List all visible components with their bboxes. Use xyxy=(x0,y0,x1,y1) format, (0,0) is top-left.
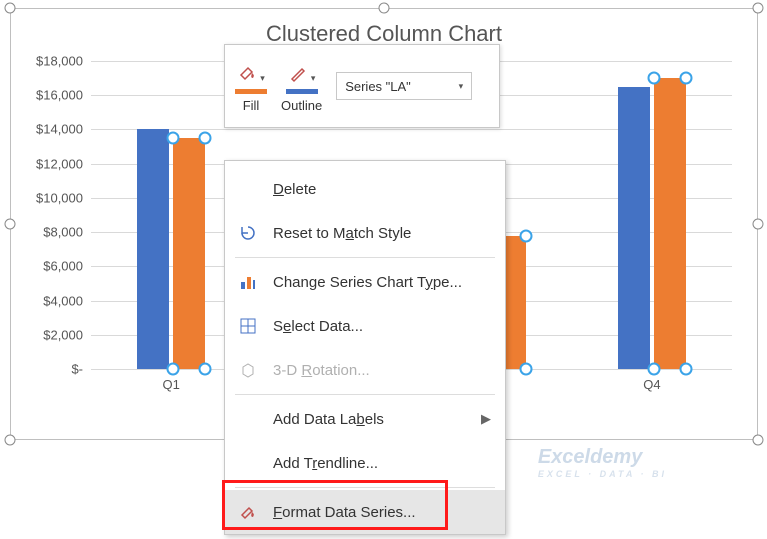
format-icon xyxy=(237,503,259,521)
menu-format-data-series[interactable]: Format Data Series... xyxy=(225,490,505,534)
series-selection-handle xyxy=(199,132,212,145)
frame-selection-handle[interactable] xyxy=(753,3,764,14)
chevron-right-icon: ▶ xyxy=(481,411,491,427)
menu-change-chart-type[interactable]: Change Series Chart Type... xyxy=(225,260,505,304)
series-selection-handle xyxy=(647,72,660,85)
menu-delete[interactable]: Delete xyxy=(225,167,505,211)
chart-type-icon xyxy=(237,273,259,291)
frame-selection-handle[interactable] xyxy=(379,3,390,14)
paint-bucket-icon xyxy=(237,63,257,83)
series-selection-handle xyxy=(519,363,532,376)
outline-label: Outline xyxy=(281,98,322,113)
reset-icon xyxy=(237,224,259,242)
chevron-down-icon: ▾ xyxy=(260,73,265,84)
cube-icon xyxy=(237,361,259,379)
y-axis-label: $14,000 xyxy=(21,122,83,137)
watermark: Exceldemy EXCEL · DATA · BI xyxy=(538,446,667,479)
frame-selection-handle[interactable] xyxy=(5,219,16,230)
series-selection-handle xyxy=(167,363,180,376)
series-selection-handle xyxy=(679,72,692,85)
y-axis-label: $16,000 xyxy=(21,88,83,103)
menu-add-trendline[interactable]: Add Trendline... xyxy=(225,441,505,485)
outline-button[interactable]: ▾ Outline xyxy=(281,59,322,113)
x-axis-label: Q1 xyxy=(162,377,179,392)
y-axis-label: $- xyxy=(21,362,83,377)
grid-icon xyxy=(237,317,259,335)
series-selector-value: Series "LA" xyxy=(345,79,411,94)
series-selection-handle xyxy=(167,132,180,145)
fill-label: Fill xyxy=(243,98,260,113)
series-selection-handle xyxy=(647,363,660,376)
context-menu: Delete Reset to Match Style Change Serie… xyxy=(224,160,506,535)
menu-reset-style[interactable]: Reset to Match Style xyxy=(225,211,505,255)
frame-selection-handle[interactable] xyxy=(753,219,764,230)
series-selection-handle xyxy=(199,363,212,376)
bar-LA-Q1[interactable] xyxy=(173,138,205,369)
y-axis-label: $8,000 xyxy=(21,225,83,240)
y-axis-label: $4,000 xyxy=(21,293,83,308)
menu-3d-rotation: 3-D Rotation... xyxy=(225,348,505,392)
y-axis-label: $12,000 xyxy=(21,156,83,171)
outline-swatch xyxy=(286,89,318,94)
bar-NY-Q1[interactable] xyxy=(137,129,169,369)
y-axis-label: $18,000 xyxy=(21,54,83,69)
series-selector[interactable]: Series "LA" ▾ xyxy=(336,72,472,100)
fill-button[interactable]: ▾ Fill xyxy=(235,59,267,113)
fill-swatch xyxy=(235,89,267,94)
pen-icon xyxy=(288,63,308,83)
y-axis-label: $2,000 xyxy=(21,327,83,342)
menu-add-data-labels[interactable]: Add Data Labels ▶ xyxy=(225,397,505,441)
bar-NY-Q4[interactable] xyxy=(618,87,650,369)
frame-selection-handle[interactable] xyxy=(5,435,16,446)
y-axis-label: $6,000 xyxy=(21,259,83,274)
series-selection-handle xyxy=(679,363,692,376)
series-selection-handle xyxy=(519,229,532,242)
x-axis-label: Q4 xyxy=(643,377,660,392)
frame-selection-handle[interactable] xyxy=(753,435,764,446)
chevron-down-icon: ▾ xyxy=(311,73,316,84)
frame-selection-handle[interactable] xyxy=(5,3,16,14)
menu-select-data[interactable]: Select Data... xyxy=(225,304,505,348)
chevron-down-icon: ▾ xyxy=(459,81,464,92)
bar-LA-Q4[interactable] xyxy=(654,78,686,369)
y-axis-label: $10,000 xyxy=(21,190,83,205)
mini-toolbar: ▾ Fill ▾ Outline Series "LA" ▾ xyxy=(224,44,500,128)
